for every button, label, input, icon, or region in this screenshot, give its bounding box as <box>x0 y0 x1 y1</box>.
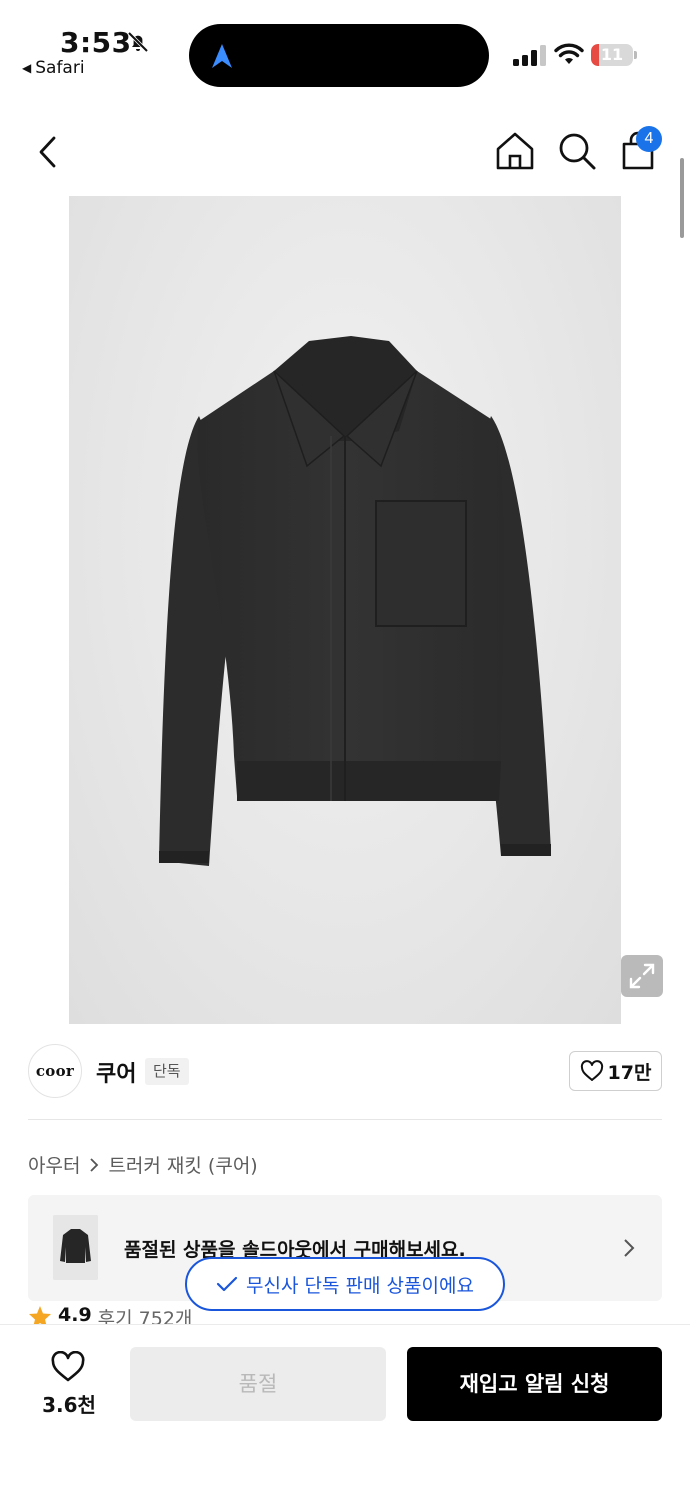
status-bar: 3:53 ◀ Safari 11 <box>0 0 690 100</box>
status-time: 3:53 <box>60 26 132 59</box>
exclusive-notice-pill: 무신사 단독 판매 상품이에요 <box>185 1257 505 1311</box>
search-icon[interactable] <box>556 130 598 172</box>
chevron-right-icon <box>90 1157 99 1172</box>
brand-logo[interactable]: coor <box>28 1044 82 1098</box>
back-to-app[interactable]: ◀ Safari <box>22 58 85 78</box>
breadcrumb-subcategory[interactable]: 트러커 재킷 (쿠어) <box>108 1151 257 1178</box>
divider <box>28 1119 662 1120</box>
cellular-signal-icon <box>513 45 546 66</box>
dynamic-island <box>189 24 489 87</box>
restock-alert-button[interactable]: 재입고 알림 신청 <box>407 1347 662 1421</box>
battery-indicator: 11 <box>591 44 637 66</box>
expand-icon[interactable] <box>621 955 663 997</box>
heart-icon <box>51 1351 85 1382</box>
star-icon <box>29 1306 51 1326</box>
jacket-thumbnail <box>53 1215 98 1280</box>
top-navigation <box>0 110 690 194</box>
battery-body: 11 <box>591 44 633 66</box>
brand-name[interactable]: 쿠어 <box>96 1056 136 1088</box>
brand-like-button[interactable]: 17만 <box>569 1051 662 1091</box>
navigation-arrow-icon <box>212 44 232 68</box>
cart-count-badge: 4 <box>636 126 662 152</box>
chevron-right-icon <box>624 1239 635 1257</box>
scrollbar[interactable] <box>680 158 684 238</box>
exclusive-tag: 단독 <box>145 1058 189 1085</box>
battery-percentage: 11 <box>600 45 624 64</box>
check-icon <box>216 1276 238 1292</box>
rating-value: 4.9 <box>58 1304 92 1326</box>
exclusive-notice-text: 무신사 단독 판매 상품이에요 <box>246 1274 474 1297</box>
bottom-action-bar: 3.6천 품절 재입고 알림 신청 <box>0 1324 690 1500</box>
back-icon[interactable] <box>30 132 66 172</box>
rating-row[interactable]: 4.9 후기 752개 <box>28 1304 192 1326</box>
soldout-button[interactable]: 품절 <box>130 1347 386 1421</box>
review-count: 후기 752개 <box>97 1308 193 1326</box>
heart-icon <box>580 1060 603 1081</box>
back-triangle-icon: ◀ <box>22 61 32 75</box>
wishlist-button[interactable]: 3.6천 <box>28 1349 110 1419</box>
product-image[interactable] <box>69 196 621 1024</box>
wishlist-count: 3.6천 <box>42 1393 96 1417</box>
breadcrumb-category[interactable]: 아우터 <box>28 1151 80 1178</box>
battery-cap <box>634 51 637 59</box>
breadcrumb: 아우터 트러커 재킷 (쿠어) <box>28 1151 258 1178</box>
home-icon[interactable] <box>494 130 536 172</box>
back-app-label: Safari <box>35 58 85 78</box>
jacket-image <box>159 336 551 866</box>
brand-like-count: 17만 <box>607 1061 652 1084</box>
bell-slash-icon <box>127 31 149 53</box>
wifi-icon <box>554 43 584 64</box>
